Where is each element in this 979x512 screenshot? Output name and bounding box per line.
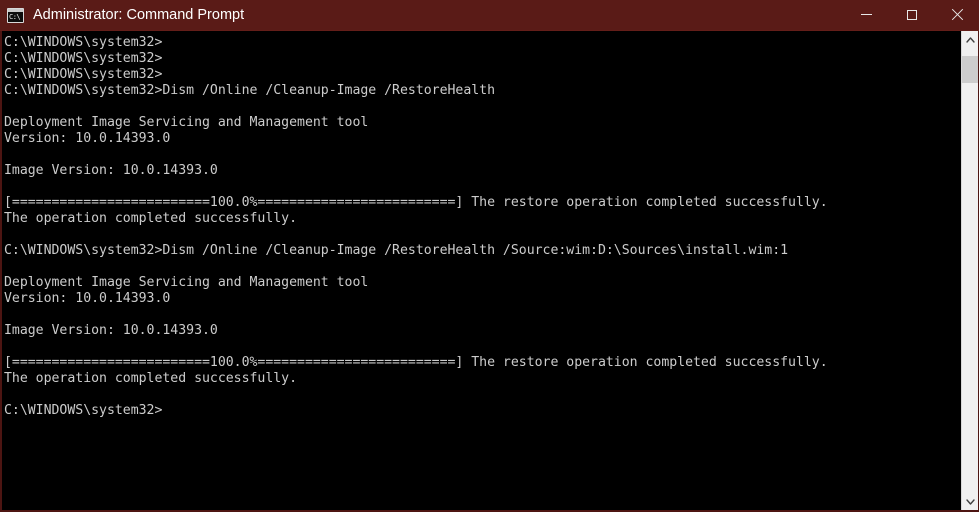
console-line: [=========================100.0%========… (4, 195, 828, 210)
close-icon (951, 9, 963, 21)
console-line: The operation completed successfully. (4, 211, 298, 226)
scroll-down-button[interactable] (962, 493, 978, 510)
console-line: [=========================100.0%========… (4, 355, 828, 370)
console-line: Version: 10.0.14393.0 (4, 131, 171, 146)
console-line: Image Version: 10.0.14393.0 (4, 163, 218, 178)
maximize-icon (906, 10, 917, 20)
command-prompt-icon-text: C:\ (9, 12, 21, 21)
console-line: Image Version: 10.0.14393.0 (4, 323, 218, 338)
close-button[interactable] (934, 0, 979, 31)
command-prompt-icon: C:\ (7, 7, 24, 23)
window-title: Administrator: Command Prompt (33, 6, 245, 23)
window-controls (844, 0, 979, 31)
console-output[interactable]: C:\WINDOWS\system32> C:\WINDOWS\system32>… (2, 31, 961, 510)
title-bar-left: C:\ Administrator: Command Prompt (0, 0, 844, 30)
window-body: C:\WINDOWS\system32> C:\WINDOWS\system32>… (0, 31, 979, 512)
scroll-up-button[interactable] (962, 31, 978, 48)
console-line: C:\WINDOWS\system32> (4, 403, 163, 418)
scrollbar-thumb[interactable] (962, 56, 978, 83)
command-prompt-window: C:\ Administrator: Command Prompt C:\WIN… (0, 0, 979, 512)
console-line: C:\WINDOWS\system32> (4, 67, 163, 82)
title-bar[interactable]: C:\ Administrator: Command Prompt (0, 0, 979, 31)
minimize-button[interactable] (844, 0, 889, 31)
console-line: C:\WINDOWS\system32> (4, 35, 163, 50)
console-line: Version: 10.0.14393.0 (4, 291, 171, 306)
console-line: C:\WINDOWS\system32>Dism /Online /Cleanu… (4, 243, 789, 258)
console-line: Deployment Image Servicing and Managemen… (4, 275, 369, 290)
maximize-button[interactable] (889, 0, 934, 31)
minimize-icon (861, 14, 872, 15)
scrollbar-track[interactable] (962, 48, 978, 493)
console-line: Deployment Image Servicing and Managemen… (4, 115, 369, 130)
console-scrollbar[interactable] (961, 31, 978, 510)
console-line: C:\WINDOWS\system32> (4, 51, 163, 66)
console-line: C:\WINDOWS\system32>Dism /Online /Cleanu… (4, 83, 496, 98)
console-line: The operation completed successfully. (4, 371, 298, 386)
